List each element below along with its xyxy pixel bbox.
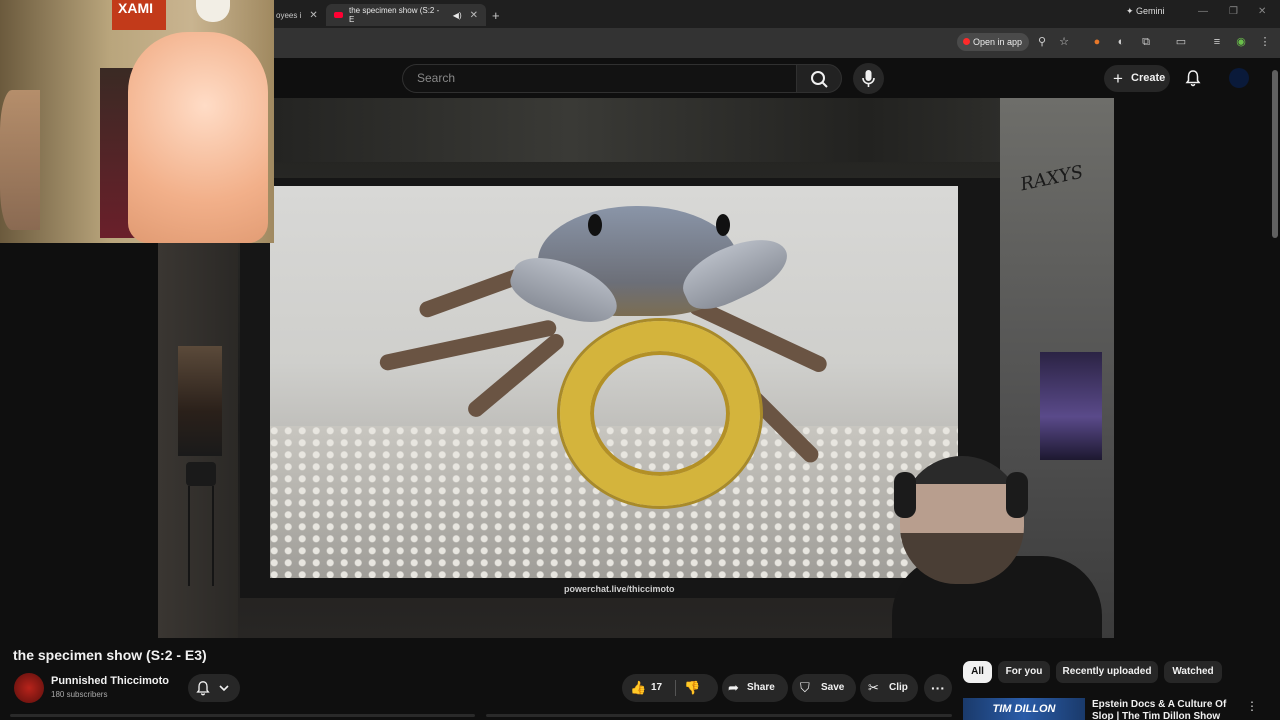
share-icon: ➦	[728, 680, 739, 695]
profile-icon[interactable]: ◉	[1234, 35, 1248, 49]
sparkle-icon: ✦	[1126, 6, 1137, 16]
scissors-icon: ✂	[868, 680, 879, 695]
chip-all[interactable]: All	[963, 661, 992, 683]
subscriber-count: 180 subscribers	[51, 690, 108, 699]
save-label: Save	[821, 682, 845, 693]
backdrop-marble	[274, 98, 1014, 162]
extensions-puzzle-icon[interactable]: ⧉	[1139, 35, 1153, 49]
webcam-figure	[128, 32, 268, 243]
bookmark-star-icon[interactable]: ☆	[1057, 35, 1071, 49]
streamer-webcam	[892, 456, 1110, 638]
description-box-edge	[10, 714, 475, 717]
share-label: Share	[747, 682, 775, 693]
streamer-head	[900, 456, 1024, 584]
crab-eye	[588, 214, 602, 236]
page-scrollbar[interactable]	[1272, 70, 1278, 238]
backdrop-portrait	[178, 346, 222, 456]
cast-icon[interactable]: ▭	[1174, 35, 1188, 49]
webcam-poster: XAMI	[112, 0, 166, 30]
comments-box-edge	[486, 714, 952, 717]
gemini-label: Gemini	[1136, 6, 1165, 16]
plus-icon: +	[1113, 69, 1123, 88]
account-avatar[interactable]	[1229, 68, 1249, 88]
stream-watermark: powerchat.live/thiccimoto	[564, 584, 675, 594]
create-button[interactable]: + Create	[1104, 65, 1170, 92]
gemini-button[interactable]: ✦ Gemini	[1126, 6, 1165, 17]
chip-watched[interactable]: Watched	[1164, 661, 1222, 683]
audio-playing-icon[interactable]: ◀)	[453, 11, 462, 20]
clip-label: Clip	[889, 682, 908, 693]
headset-icon	[894, 472, 916, 518]
search-input[interactable]: Search	[402, 64, 796, 93]
minimize-icon[interactable]: —	[1198, 6, 1208, 17]
notifications-bell-icon[interactable]	[1184, 69, 1202, 87]
like-separator	[675, 680, 676, 696]
channel-name-link[interactable]: Punnished Thiccimoto	[51, 675, 169, 687]
video-title: the specimen show (S:2 - E3)	[13, 647, 207, 663]
menu-lines-icon[interactable]: ≡	[1210, 35, 1224, 49]
zoom-icon[interactable]: ⚲	[1035, 35, 1049, 49]
save-button[interactable]: ⛉ Save	[792, 674, 856, 702]
extension-icon[interactable]: ◐	[1114, 35, 1128, 49]
recommendation-thumbnail[interactable]: TIM DILLON	[963, 698, 1085, 720]
tab-label: oyees i	[276, 10, 302, 20]
thumbs-up-icon[interactable]: 👍	[630, 674, 646, 702]
search-icon	[811, 71, 828, 88]
more-actions-button[interactable]: ···	[924, 674, 952, 702]
new-tab-button[interactable]: +	[484, 4, 508, 26]
channel-avatar[interactable]	[14, 673, 44, 703]
browser-tab[interactable]: oyees i ✕	[268, 4, 326, 26]
close-tab-icon[interactable]: ✕	[309, 10, 317, 21]
create-label: Create	[1131, 72, 1166, 84]
video-player[interactable]: RAXYS powerchat.live/thiccimoto	[158, 98, 1114, 638]
backdrop-tripod	[188, 486, 214, 586]
recommendation-title[interactable]: Epstein Docs & A Culture Of Slop | The T…	[1092, 699, 1232, 720]
webcam-overlay: XAMI	[0, 0, 274, 243]
close-window-icon[interactable]: ✕	[1258, 6, 1266, 17]
youtube-favicon-icon	[334, 12, 343, 18]
webcam-plush	[0, 90, 40, 230]
crab-eye	[716, 214, 730, 236]
restore-icon[interactable]: ❐	[1229, 6, 1238, 17]
webcam-lamp	[196, 0, 230, 22]
thumbs-down-icon[interactable]: 👎	[684, 674, 700, 702]
chevron-down-icon	[219, 685, 229, 692]
backdrop-camera-icon	[186, 462, 216, 486]
backdrop-poster	[1040, 352, 1102, 460]
like-count[interactable]: 17	[651, 674, 662, 702]
subscription-notifications-button[interactable]	[188, 674, 240, 702]
close-tab-icon[interactable]: ✕	[470, 10, 478, 21]
microphone-icon	[862, 70, 875, 87]
tv-screen	[270, 186, 958, 578]
share-button[interactable]: ➦ Share	[722, 674, 788, 702]
bookmark-icon: ⛉	[800, 680, 810, 695]
chip-for-you[interactable]: For you	[998, 661, 1050, 683]
open-in-app-button[interactable]: Open in app	[957, 33, 1030, 51]
bell-icon	[196, 681, 210, 696]
voice-search-button[interactable]	[853, 63, 884, 94]
onion-ring	[560, 321, 760, 506]
kebab-menu-icon[interactable]: ⋮	[1258, 35, 1272, 49]
chip-recently-uploaded[interactable]: Recently uploaded	[1056, 661, 1158, 683]
search-button[interactable]	[796, 64, 842, 93]
clip-button[interactable]: ✂ Clip	[860, 674, 918, 702]
recommendation-menu-icon[interactable]: ⋮	[1246, 699, 1258, 713]
like-dislike-group: 👍 17 👎	[622, 674, 718, 702]
browser-tab-active[interactable]: the specimen show (S:2 - E ◀) ✕	[326, 4, 486, 26]
tab-label: the specimen show (S:2 - E	[349, 6, 440, 24]
headset-icon	[1006, 472, 1028, 518]
extension-icon[interactable]: ●	[1090, 35, 1104, 49]
